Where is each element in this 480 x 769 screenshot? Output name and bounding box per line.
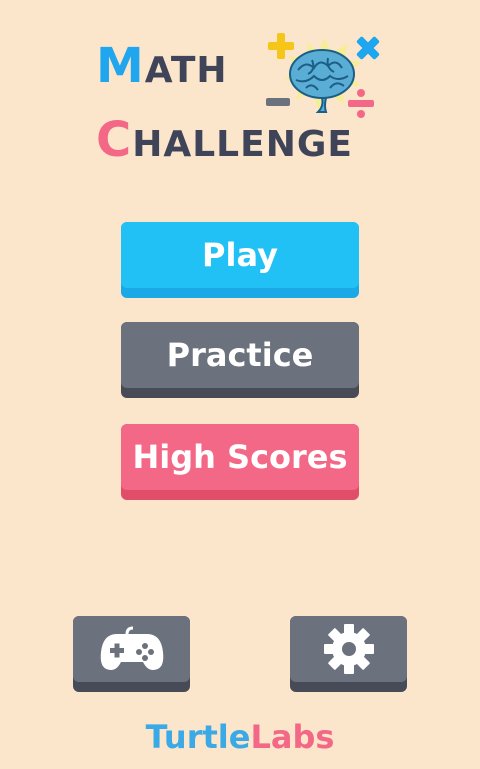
title-initial-c: C (96, 112, 133, 168)
practice-button-label: Practice (166, 336, 314, 374)
brand-labs: Labs (250, 718, 335, 756)
gamepad-icon (100, 626, 163, 670)
brand-footer: TurtleLabs (0, 718, 480, 756)
play-button-label: Play (202, 236, 278, 274)
settings-button[interactable] (290, 616, 407, 692)
title-rest-math: ATH (144, 50, 228, 91)
high-scores-button-label: High Scores (132, 438, 348, 476)
practice-button[interactable]: Practice (121, 322, 359, 398)
gear-icon (323, 624, 374, 674)
title-line-challenge: CHALLENGE (96, 112, 353, 168)
play-button[interactable]: Play (121, 222, 359, 298)
app-logo: MATH CHALLENGE (96, 30, 396, 170)
high-scores-button[interactable]: High Scores (121, 424, 359, 500)
title-rest-challenge: HALLENGE (132, 124, 353, 165)
brain-math-icon (266, 33, 380, 118)
title-initial-m: M (96, 38, 145, 94)
games-button[interactable] (73, 616, 190, 692)
title-line-math: MATH (96, 38, 228, 94)
brand-turtle: Turtle (145, 718, 251, 756)
